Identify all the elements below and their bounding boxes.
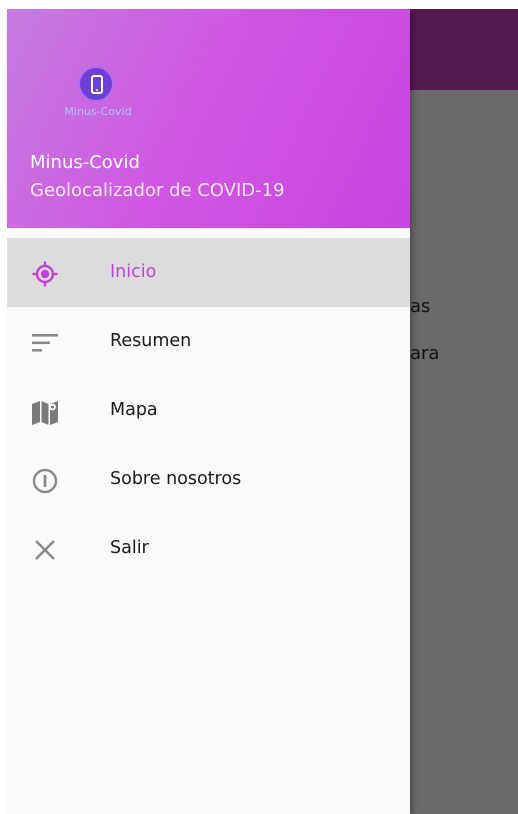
sort-lines-icon <box>32 334 58 352</box>
navigation-drawer: Minus-Covid Minus-Covid Geolocalizador d… <box>7 9 410 814</box>
phone-icon <box>78 66 114 102</box>
app-logo: Minus-Covid <box>53 64 143 124</box>
drawer-menu: Inicio Resumen Mapa Sobre nosotros Salir <box>7 238 410 583</box>
drawer-title: Minus-Covid <box>30 152 140 173</box>
menu-item-sobre-nosotros[interactable]: Sobre nosotros <box>7 445 410 514</box>
crosshair-icon <box>32 261 58 287</box>
map-icon <box>32 401 58 425</box>
menu-item-inicio[interactable]: Inicio <box>7 238 410 307</box>
app-frame: as ara Minus-Covid Minus-Covid Geolocali… <box>7 9 518 814</box>
background-text-line: ara <box>410 343 440 364</box>
menu-item-label: Salir <box>110 538 149 558</box>
menu-item-mapa[interactable]: Mapa <box>7 376 410 445</box>
drawer-subtitle: Geolocalizador de COVID-19 <box>30 180 285 201</box>
background-text-line: as <box>410 296 431 317</box>
menu-item-label: Mapa <box>110 400 158 420</box>
menu-item-salir[interactable]: Salir <box>7 514 410 583</box>
menu-item-label: Resumen <box>110 331 192 351</box>
close-icon <box>35 540 55 560</box>
info-icon <box>32 468 58 494</box>
menu-item-label: Inicio <box>110 262 157 282</box>
menu-item-resumen[interactable]: Resumen <box>7 307 410 376</box>
logo-text: Minus-Covid <box>64 105 132 118</box>
menu-item-label: Sobre nosotros <box>110 469 242 489</box>
drawer-header: Minus-Covid Minus-Covid Geolocalizador d… <box>7 9 410 228</box>
